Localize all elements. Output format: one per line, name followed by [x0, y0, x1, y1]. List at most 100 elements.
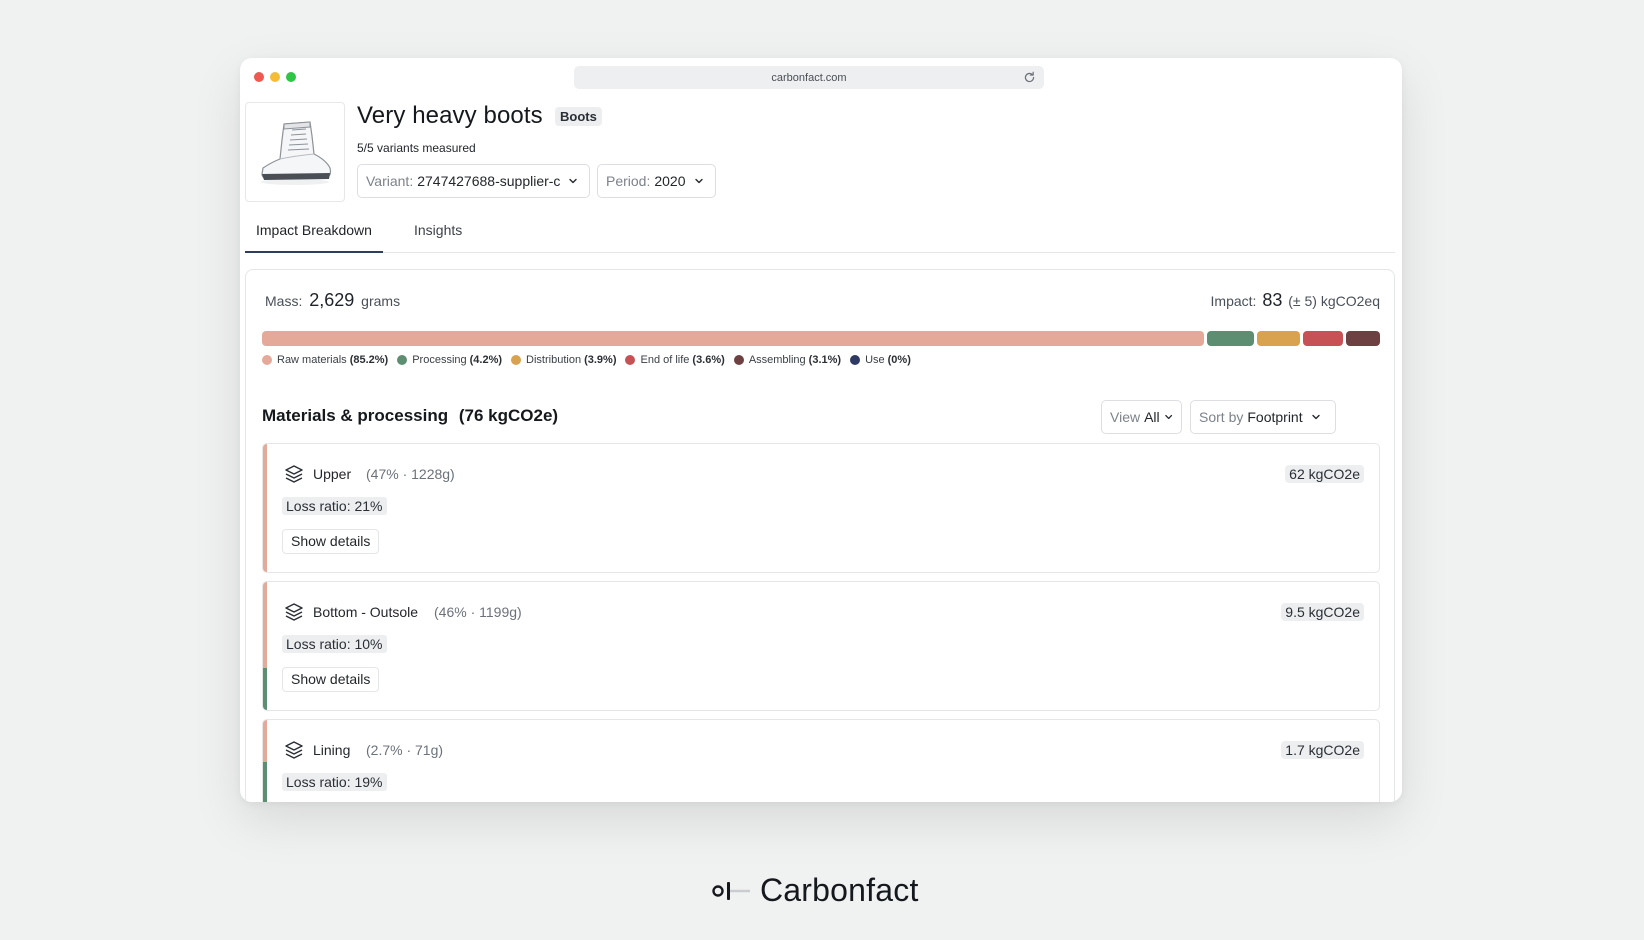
- legend-item-use: Use (0%): [850, 354, 911, 366]
- browser-window: carbonfact.com Very heavy boots Boots 5/…: [240, 58, 1402, 802]
- material-card-bottom-outsole[interactable]: Bottom - Outsole (46% · 1199g) 9.5 kgCO2…: [262, 581, 1380, 711]
- legend-swatch: [262, 355, 272, 365]
- legend-swatch: [850, 355, 861, 365]
- brand-name: Carbonfact: [760, 872, 919, 908]
- period-select-value: 2020: [654, 173, 686, 189]
- close-window-button[interactable]: [254, 72, 264, 82]
- url-text: carbonfact.com: [771, 71, 847, 84]
- variant-select[interactable]: Variant: 2747427688-supplier-c: [357, 164, 590, 198]
- chevron-down-icon: [1311, 414, 1320, 420]
- impact-unit: kgCO2eq: [1320, 293, 1380, 309]
- mass-unit: grams: [361, 293, 401, 309]
- period-select[interactable]: Period: 2020: [597, 164, 716, 198]
- maximize-window-button[interactable]: [286, 72, 296, 82]
- card-accent: [263, 444, 267, 572]
- legend-percent: (3.1%): [808, 354, 842, 366]
- legend-label: Raw materials: [277, 354, 347, 366]
- co2-badge: 9.5 kgCO2e: [1281, 603, 1364, 621]
- legend-label: End of life: [640, 354, 690, 366]
- sort-button[interactable]: Sort by Footprint: [1190, 400, 1336, 434]
- materials-section-title: Materials & processing (76 kgCO2e): [262, 406, 558, 426]
- product-header: Very heavy boots Boots 5/5 variants meas…: [245, 102, 1395, 202]
- title-bar: carbonfact.com: [240, 58, 1402, 98]
- variant-select-label: Variant:: [366, 173, 414, 189]
- card-meta: (2.7% · 71g): [366, 742, 444, 758]
- tab-bar: Impact Breakdown Insights: [245, 215, 1395, 253]
- breakdown-segment-raw-materials[interactable]: [262, 331, 1205, 346]
- legend-item-distribution: Distribution (3.9%): [511, 354, 616, 366]
- legend-label: Assembling: [748, 354, 806, 366]
- card-accent: [263, 668, 267, 710]
- loss-ratio: Loss ratio: 21%: [282, 497, 387, 515]
- variants-measured-text: 5/5 variants measured: [357, 141, 476, 155]
- loss-ratio: Loss ratio: 10%: [282, 635, 387, 653]
- tab-insights[interactable]: Insights: [403, 215, 473, 253]
- materials-total: (76 kgCO2e): [458, 406, 559, 425]
- layers-icon: [285, 741, 303, 759]
- impact-uncertainty: (± 5): [1288, 293, 1317, 309]
- show-details-button[interactable]: Show details: [282, 667, 380, 692]
- legend-percent: (4.2%): [469, 354, 503, 366]
- legend-percent: (3.9%): [584, 354, 617, 366]
- impact-breakdown-bar: [262, 331, 1380, 346]
- view-filter-button[interactable]: View All: [1101, 400, 1182, 434]
- loss-ratio: Loss ratio: 19%: [282, 773, 387, 791]
- legend-item-processing: Processing (4.2%): [397, 354, 502, 366]
- legend-label: Use: [865, 354, 885, 366]
- legend-item-end-of-life: End of life (3.6%): [625, 354, 725, 366]
- card-accent: [263, 762, 267, 802]
- sort-label: Sort by: [1199, 409, 1244, 425]
- breakdown-segment-assembling[interactable]: [1345, 331, 1380, 346]
- reload-icon[interactable]: [1023, 71, 1036, 84]
- product-title: Very heavy boots: [357, 102, 543, 129]
- mass-value: 2,629: [309, 290, 355, 310]
- legend-item-raw-materials: Raw materials (85.2%): [262, 354, 388, 366]
- impact-panel: Mass: 2,629 grams Impact: 83 (± 5) kgCO2…: [245, 269, 1395, 802]
- show-details-button[interactable]: Show details: [282, 529, 380, 554]
- tab-impact-breakdown[interactable]: Impact Breakdown: [245, 215, 383, 253]
- impact-value: 83: [1262, 290, 1283, 310]
- carbonfact-logo-icon: [712, 881, 750, 900]
- card-name: Bottom - Outsole: [313, 604, 419, 620]
- mass-label: Mass:: [265, 293, 303, 309]
- card-accent: [263, 582, 267, 668]
- material-card-upper[interactable]: Upper (47% · 1228g) 62 kgCO2e Loss ratio…: [262, 443, 1380, 573]
- product-image: [245, 102, 345, 202]
- card-name: Upper: [313, 466, 352, 482]
- breakdown-segment-end-of-life[interactable]: [1302, 331, 1343, 346]
- card-meta: (47% · 1228g): [366, 466, 455, 482]
- address-bar[interactable]: carbonfact.com: [574, 66, 1044, 89]
- chevron-down-icon: [569, 178, 578, 184]
- view-filter-label: View: [1110, 409, 1141, 425]
- legend-swatch: [625, 355, 636, 365]
- breakdown-segment-processing[interactable]: [1207, 331, 1254, 346]
- materials-title: Materials & processing: [262, 406, 449, 425]
- legend-percent: (85.2%): [349, 354, 389, 366]
- legend-swatch: [397, 355, 408, 365]
- legend-label: Distribution: [526, 354, 582, 366]
- legend-percent: (0%): [887, 354, 911, 366]
- legend-label: Processing: [412, 354, 467, 366]
- breakdown-segment-distribution[interactable]: [1256, 331, 1300, 346]
- layers-icon: [285, 603, 303, 621]
- legend-swatch: [511, 355, 522, 365]
- sort-value: Footprint: [1247, 409, 1303, 425]
- impact-label: Impact:: [1210, 293, 1257, 309]
- material-card-lining[interactable]: Lining (2.7% · 71g) 1.7 kgCO2e Loss rati…: [262, 719, 1380, 802]
- co2-badge: 1.7 kgCO2e: [1281, 741, 1364, 759]
- mass-summary: Mass: 2,629 grams: [265, 290, 400, 311]
- card-accent: [263, 720, 267, 762]
- variant-select-value: 2747427688-supplier-c: [417, 173, 561, 189]
- layers-icon: [285, 465, 303, 483]
- brand-logo: Carbonfact: [712, 872, 919, 909]
- legend-percent: (3.6%): [692, 354, 725, 366]
- impact-breakdown-legend: Raw materials (85.2%) Processing (4.2%) Dist…: [262, 354, 920, 366]
- category-badge: Boots: [555, 107, 602, 126]
- minimize-window-button[interactable]: [270, 72, 280, 82]
- boot-illustration: [261, 121, 332, 185]
- chevron-down-icon: [694, 178, 703, 184]
- legend-swatch: [733, 355, 744, 365]
- co2-badge: 62 kgCO2e: [1285, 465, 1364, 483]
- card-name: Lining: [313, 742, 351, 758]
- card-meta: (46% · 1199g): [434, 604, 522, 620]
